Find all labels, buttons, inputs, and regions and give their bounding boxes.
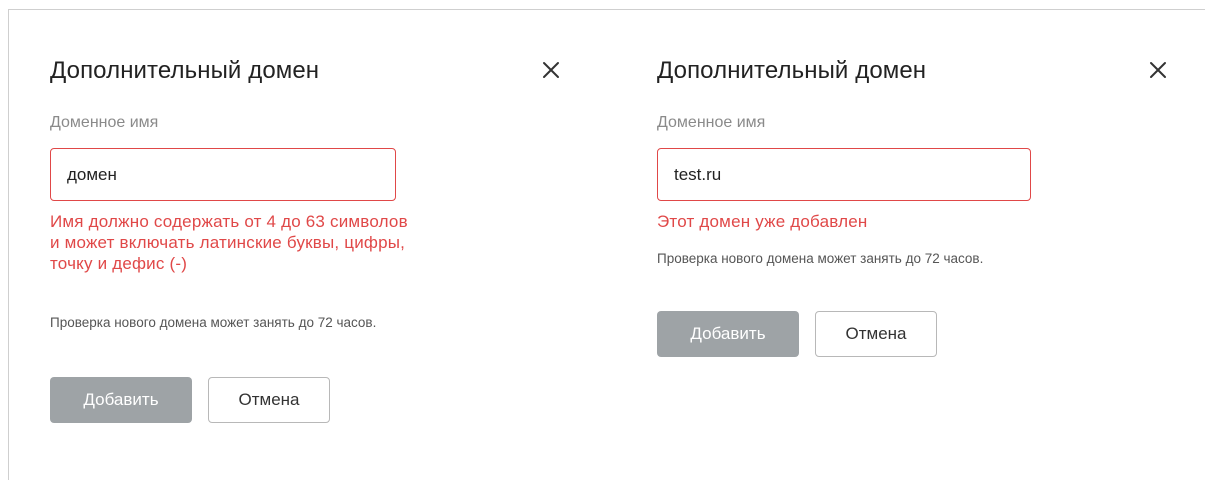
domain-name-label: Доменное имя	[657, 114, 766, 131]
domain-dialog-duplicate: Дополнительный домен Доменное имя Этот д…	[657, 52, 1169, 357]
frame-border-top	[8, 9, 1205, 10]
add-button[interactable]: Добавить	[657, 311, 799, 357]
frame-border-left	[8, 9, 9, 480]
domain-name-label: Доменное имя	[50, 114, 159, 131]
verification-hint: Проверка нового домена может занять до 7…	[50, 315, 377, 330]
dialog-title: Дополнительный домен	[50, 57, 320, 84]
validation-error-text: Имя должно содержать от 4 до 63 символов…	[50, 212, 408, 273]
dialog-actions: Добавить Отмена	[657, 311, 1169, 357]
cancel-button[interactable]: Отмена	[208, 377, 330, 423]
add-button[interactable]: Добавить	[50, 377, 192, 423]
screenshot-canvas: Дополнительный домен Доменное имя Имя до…	[0, 0, 1205, 480]
cancel-button[interactable]: Отмена	[815, 311, 937, 357]
dialog-title: Дополнительный домен	[657, 57, 927, 84]
verification-hint: Проверка нового домена может занять до 7…	[657, 251, 984, 266]
domain-name-input[interactable]	[50, 148, 396, 201]
close-icon[interactable]	[540, 59, 562, 81]
validation-error-text: Этот домен уже добавлен	[657, 212, 868, 231]
close-icon[interactable]	[1147, 59, 1169, 81]
dialog-actions: Добавить Отмена	[50, 377, 562, 423]
domain-name-input[interactable]	[657, 148, 1031, 201]
domain-dialog-invalid: Дополнительный домен Доменное имя Имя до…	[50, 52, 562, 423]
